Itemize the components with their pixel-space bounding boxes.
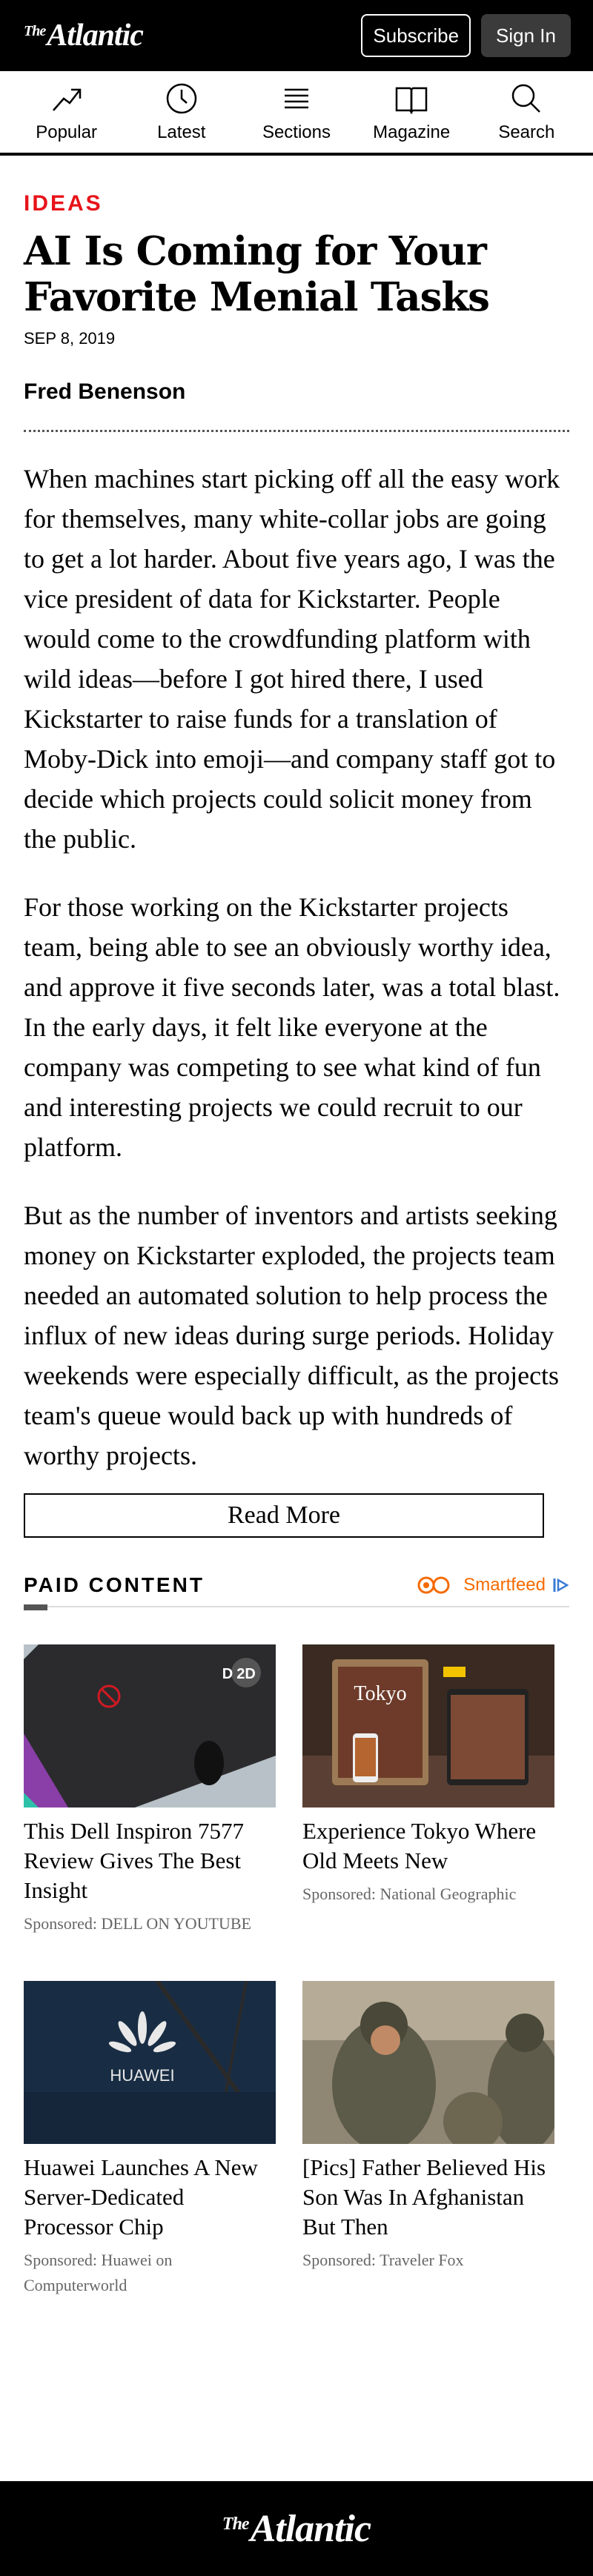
sponsored-source: Sponsored: National Geographic: [302, 1885, 517, 1903]
sponsored-card[interactable]: [Pics] Father Believed His Son Was In Af…: [302, 1981, 554, 2298]
atlantic-logo[interactable]: The Atlantic: [24, 18, 144, 53]
huawei-thumbnail[interactable]: HUAWEI: [24, 1981, 276, 2144]
read-more-button[interactable]: Read More: [24, 1493, 544, 1538]
sponsored-title[interactable]: Huawei Launches A New Server-Dedicated P…: [24, 2153, 276, 2242]
paid-content: PAID CONTENT Smartfeed 2D D This Dell In…: [0, 1573, 593, 2298]
sign-in-button[interactable]: Sign In: [481, 14, 571, 57]
main-nav: Popular Latest Sections Magazine Search: [0, 71, 593, 156]
nav-magazine-label: Magazine: [373, 122, 451, 142]
tokyo-thumbnail[interactable]: Tokyo: [302, 1644, 554, 1807]
sponsored-source: Sponsored: DELL ON YOUTUBE: [24, 1914, 251, 1933]
article-paragraph: When machines start picking off all the …: [24, 464, 560, 854]
footer-logo-the: The: [222, 2514, 250, 2534]
nav-popular-label: Popular: [36, 122, 97, 142]
nav-magazine[interactable]: Magazine: [356, 81, 467, 143]
sponsored-card[interactable]: HUAWEI Huawei Launches A New Server-Dedi…: [24, 1981, 276, 2298]
article-paragraph: But as the number of inventors and artis…: [24, 1201, 560, 1470]
subscribe-button[interactable]: Subscribe: [361, 14, 471, 57]
nav-latest-label: Latest: [157, 122, 206, 142]
article: IDEAS AI Is Coming for Your Favorite Men…: [0, 191, 593, 1538]
menu-icon: [284, 88, 308, 109]
soldiers-thumbnail[interactable]: [302, 1981, 554, 2144]
nav-sections[interactable]: Sections: [241, 81, 352, 143]
adchoices-icon[interactable]: [551, 1576, 569, 1594]
laptop-thumbnail[interactable]: 2D D: [24, 1644, 276, 1807]
sponsored-grid: 2D D This Dell Inspiron 7577 Review Give…: [24, 1644, 569, 2298]
footer-logo[interactable]: The Atlantic: [222, 2507, 371, 2551]
divider: [24, 430, 569, 432]
channel-badge: 2D: [236, 1666, 256, 1682]
paid-content-title: PAID CONTENT: [24, 1573, 205, 1596]
nav-search-label: Search: [498, 122, 555, 142]
sponsored-title[interactable]: This Dell Inspiron 7577 Review Gives The…: [24, 1816, 276, 1905]
tokyo-cover-text: Tokyo: [354, 1682, 406, 1705]
logo-main: Atlantic: [47, 19, 144, 53]
sponsored-title[interactable]: Experience Tokyo Where Old Meets New: [302, 1816, 554, 1876]
smartfeed-label: Smartfeed: [463, 1575, 546, 1595]
nav-search[interactable]: Search: [471, 81, 582, 143]
svg-text:D: D: [222, 1666, 233, 1682]
article-date: SEP 8, 2019: [24, 329, 116, 348]
book-icon: [395, 87, 428, 115]
nav-latest[interactable]: Latest: [126, 81, 237, 143]
sponsored-source: Sponsored: Huawei on Computerworld: [24, 2251, 173, 2294]
nav-sections-label: Sections: [262, 122, 331, 142]
footer: The Atlantic: [0, 2481, 593, 2576]
article-kicker[interactable]: IDEAS: [24, 191, 569, 216]
sponsored-title[interactable]: [Pics] Father Believed His Son Was In Af…: [302, 2153, 554, 2242]
huawei-wordmark: HUAWEI: [110, 2066, 174, 2085]
sponsored-source: Sponsored: Traveler Fox: [302, 2251, 464, 2269]
top-bar: The Atlantic Subscribe Sign In: [0, 0, 593, 71]
clock-icon: [166, 83, 197, 114]
sponsored-card[interactable]: 2D D This Dell Inspiron 7577 Review Give…: [24, 1644, 276, 1936]
search-icon: [512, 84, 541, 113]
logo-the: The: [24, 23, 46, 39]
sponsored-card[interactable]: Tokyo Experience Tokyo Where Old Meets N…: [302, 1644, 554, 1936]
trending-up-icon: [52, 88, 81, 111]
nav-popular[interactable]: Popular: [11, 81, 122, 143]
smartfeed-badge[interactable]: Smartfeed: [417, 1575, 569, 1596]
smartfeed-logo-icon: [417, 1576, 450, 1594]
header-actions: Subscribe Sign In: [361, 14, 571, 57]
paid-underline: [24, 1604, 47, 1610]
article-paragraph: For those working on the Kickstarter pro…: [24, 892, 560, 1162]
footer-logo-main: Atlantic: [250, 2507, 371, 2550]
paid-content-header: PAID CONTENT Smartfeed: [24, 1573, 569, 1610]
article-author[interactable]: Fred Benenson: [24, 379, 569, 405]
article-headline: AI Is Coming for Your Favorite Menial Ta…: [24, 228, 490, 320]
